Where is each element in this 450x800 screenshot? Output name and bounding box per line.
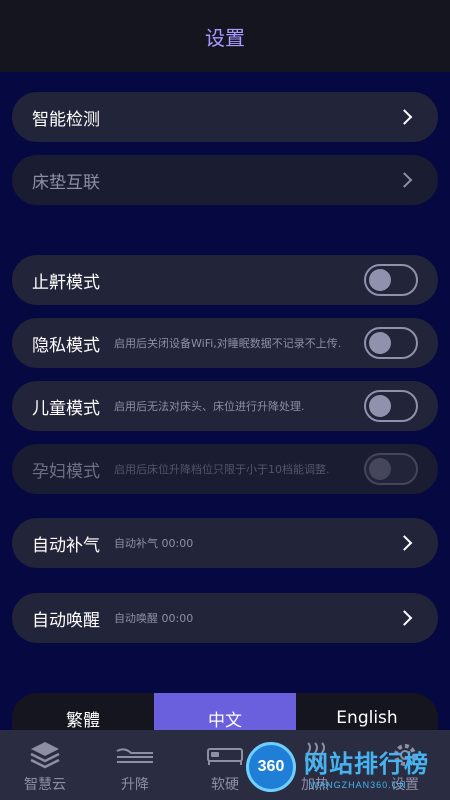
tab-settings[interactable]: 设置 (360, 730, 450, 800)
child-label: 儿童模式 (32, 398, 100, 419)
child-toggle[interactable] (364, 390, 418, 422)
tab-label: 设置 (391, 777, 419, 793)
toggle-knob (369, 458, 391, 480)
auto-wake-row[interactable]: 自动唤醒 自动唤醒 00:00 (12, 593, 438, 643)
header: 设置 (0, 0, 450, 72)
tab-lift[interactable]: 升降 (90, 730, 180, 800)
heat-icon (300, 738, 330, 772)
pregnant-toggle[interactable] (364, 453, 418, 485)
tab-smart-cloud[interactable]: 智慧云 (0, 730, 90, 800)
tab-firmness[interactable]: 软硬 (180, 730, 270, 800)
bed-lift-icon (115, 738, 155, 772)
pregnant-description: 启用后床位升降档位只限于小于10档能调整. (114, 462, 330, 476)
bottom-tab-bar: 智慧云 升降 软硬 加热 设置 (0, 730, 450, 800)
pregnant-row: 孕妇模式 启用后床位升降档位只限于小于10档能调整. (12, 444, 438, 494)
child-row: 儿童模式 启用后无法对床头、床位进行升降处理. (12, 381, 438, 431)
tab-label: 升降 (121, 777, 149, 793)
child-description: 启用后无法对床头、床位进行升降处理. (114, 399, 305, 413)
snore-stop-toggle[interactable] (364, 264, 418, 296)
snore-stop-row: 止鼾模式 (12, 255, 438, 305)
gear-icon (390, 738, 420, 772)
tab-label: 软硬 (211, 777, 239, 793)
mattress-link-label: 床垫互联 (32, 172, 100, 193)
auto-inflate-label: 自动补气 (32, 535, 100, 556)
privacy-label: 隐私模式 (32, 335, 100, 356)
smart-detect-label: 智能检测 (32, 109, 100, 130)
snore-stop-label: 止鼾模式 (32, 272, 100, 293)
chevron-right-icon (396, 172, 413, 188)
chevron-right-icon (396, 109, 413, 125)
auto-inflate-description: 自动补气 00:00 (114, 536, 194, 550)
tab-label: 智慧云 (24, 777, 66, 793)
page-title: 设置 (205, 25, 245, 50)
tab-label: 加热 (301, 777, 329, 793)
smart-detect-row[interactable]: 智能检测 (12, 92, 438, 142)
auto-wake-description: 自动唤醒 00:00 (114, 611, 194, 625)
bed-icon (205, 738, 245, 772)
auto-inflate-row[interactable]: 自动补气 自动补气 00:00 (12, 518, 438, 568)
privacy-description: 启用后关闭设备WiFi,对睡眠数据不记录不上传. (114, 336, 342, 350)
chevron-right-icon (396, 535, 413, 551)
layers-icon (29, 738, 61, 772)
tab-heating[interactable]: 加热 (270, 730, 360, 800)
pregnant-label: 孕妇模式 (32, 461, 100, 482)
auto-wake-label: 自动唤醒 (32, 610, 100, 631)
privacy-row: 隐私模式 启用后关闭设备WiFi,对睡眠数据不记录不上传. (12, 318, 438, 368)
toggle-knob (369, 332, 391, 354)
privacy-toggle[interactable] (364, 327, 418, 359)
toggle-knob (369, 269, 391, 291)
mattress-link-row[interactable]: 床垫互联 (12, 155, 438, 205)
toggle-knob (369, 395, 391, 417)
chevron-right-icon (396, 610, 413, 626)
